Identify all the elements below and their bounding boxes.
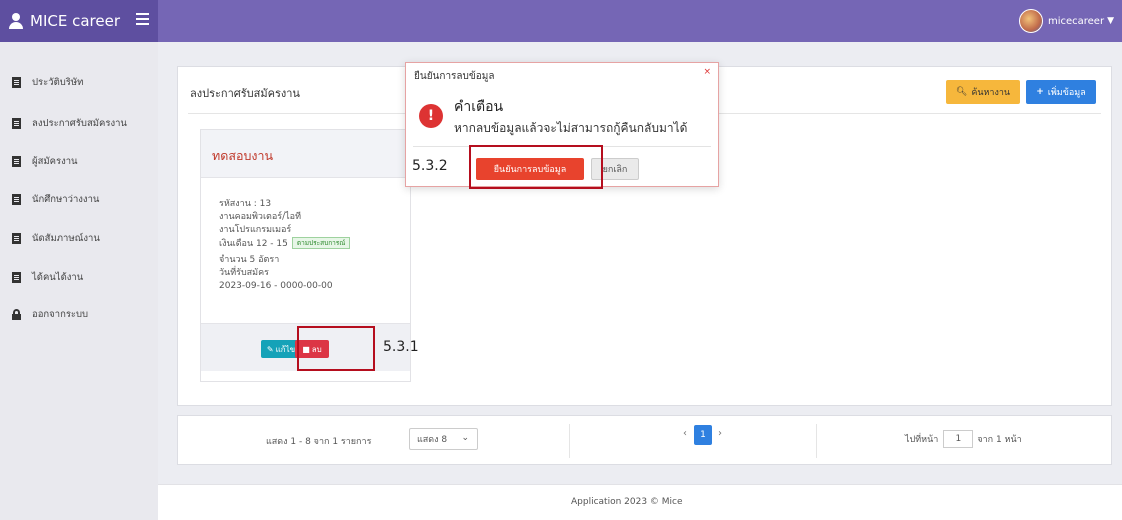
dialog-message: หากลบข้อมูลแล้วจะไม่สามารถกู้คืนกลับมาได… bbox=[454, 121, 688, 135]
avatar bbox=[1018, 9, 1043, 33]
job-card-body: รหัสงาน : 13 งานคอมพิวเตอร์/ไอที งานโปรแ… bbox=[219, 198, 351, 293]
sidebar-item-hired[interactable]: ได้คนได้งาน bbox=[12, 270, 83, 285]
job-openings: จำนวน 5 อัตรา bbox=[219, 255, 280, 265]
divider bbox=[569, 424, 570, 458]
sidebar-item-label: นัดสัมภาษณ์งาน bbox=[32, 233, 100, 244]
username: micecareer bbox=[1047, 15, 1105, 27]
page-size-value: แสดง 8 bbox=[417, 435, 448, 445]
sidebar-item-interviews[interactable]: นัดสัมภาษณ์งาน bbox=[12, 231, 100, 246]
lock-icon bbox=[12, 309, 21, 320]
job-salary-row: เงินเดือน 12 - 15 ตามประสบการณ์ bbox=[219, 237, 351, 251]
goto-page: ไปที่หน้า จาก 1 หน้า bbox=[905, 430, 1022, 448]
salary-badge: ตามประสบการณ์ bbox=[291, 237, 351, 249]
dialog-heading: คำเตือน bbox=[454, 99, 504, 115]
user-menu[interactable]: micecareer ▼ bbox=[1018, 9, 1114, 33]
total-pages-label: จาก 1 หน้า bbox=[977, 435, 1022, 445]
sidebar-item-label: ผู้สมัครงาน bbox=[32, 156, 78, 167]
search-jobs-label: ค้นหางาน bbox=[971, 88, 1011, 98]
warning-icon: ! bbox=[419, 104, 443, 128]
annotation-label-step1: 5.3.1 bbox=[383, 339, 419, 355]
document-icon bbox=[12, 156, 21, 167]
job-category: งานคอมพิวเตอร์/ไอที bbox=[219, 212, 302, 222]
sidebar-item-label: นักศึกษาว่างงาน bbox=[32, 194, 100, 205]
prev-page-icon[interactable]: ‹ bbox=[683, 428, 687, 439]
search-icon: 🔍︎ bbox=[955, 87, 968, 97]
divider bbox=[816, 424, 817, 458]
job-position: งานโปรแกรมเมอร์ bbox=[219, 225, 292, 235]
goto-label: ไปที่หน้า bbox=[905, 435, 939, 445]
sidebar-item-post-jobs[interactable]: ลงประกาศรับสมัครงาน bbox=[12, 116, 127, 131]
edit-icon: ✎ bbox=[266, 344, 274, 354]
goto-page-input[interactable] bbox=[943, 430, 974, 448]
sidebar-item-logout[interactable]: ออกจากระบบ bbox=[12, 307, 88, 322]
next-page-icon[interactable]: › bbox=[718, 428, 722, 439]
annotation-box-delete bbox=[297, 326, 375, 371]
chevron-down-icon: ▼ bbox=[1107, 16, 1114, 26]
footer: Application 2023 © Mice bbox=[158, 484, 1122, 520]
top-bar: MICE career micecareer ▼ bbox=[0, 0, 1122, 42]
user-icon bbox=[6, 11, 26, 31]
document-icon bbox=[12, 272, 21, 283]
document-icon bbox=[12, 233, 21, 244]
annotation-box-confirm bbox=[469, 145, 603, 189]
sidebar-item-label: ออกจากระบบ bbox=[32, 309, 89, 320]
app-title: MICE career bbox=[30, 12, 120, 30]
close-icon[interactable]: × bbox=[703, 67, 711, 77]
sidebar-item-label: ประวัติบริษัท bbox=[32, 77, 84, 88]
plus-icon: + bbox=[1036, 87, 1044, 97]
sidebar-item-label: ลงประกาศรับสมัครงาน bbox=[32, 118, 127, 129]
add-data-label: เพิ่มข้อมูล bbox=[1047, 88, 1086, 98]
page-button-1[interactable]: 1 bbox=[694, 425, 712, 445]
document-icon bbox=[12, 194, 21, 205]
annotation-label-step2: 5.3.2 bbox=[412, 158, 448, 174]
sidebar-item-label: ได้คนได้งาน bbox=[32, 272, 84, 283]
page-title: ลงประกาศรับสมัครงาน bbox=[190, 87, 300, 100]
document-icon bbox=[12, 118, 21, 129]
edit-label: แก้ไข bbox=[275, 344, 296, 354]
sidebar-item-unemployed-students[interactable]: นักศึกษาว่างงาน bbox=[12, 192, 99, 207]
job-date-range: 2023-09-16 - 0000-00-00 bbox=[219, 281, 333, 291]
footer-text: Application 2023 © Mice bbox=[571, 497, 683, 507]
dialog-title: ยืนยันการลบข้อมูล bbox=[414, 71, 495, 82]
search-jobs-button[interactable]: 🔍︎ ค้นหางาน bbox=[946, 80, 1020, 104]
sidebar-item-applicants[interactable]: ผู้สมัครงาน bbox=[12, 154, 78, 169]
job-date-label: วันที่รับสมัคร bbox=[219, 268, 269, 278]
sidebar-item-company-history[interactable]: ประวัติบริษัท bbox=[12, 75, 83, 90]
pagination-info: แสดง 1 - 8 จาก 1 รายการ bbox=[266, 437, 372, 447]
document-icon bbox=[12, 77, 21, 88]
job-salary: เงินเดือน 12 - 15 bbox=[219, 239, 288, 249]
brand: MICE career bbox=[0, 0, 158, 42]
job-code: รหัสงาน : 13 bbox=[219, 199, 272, 209]
pagination-bar: แสดง 1 - 8 จาก 1 รายการ แสดง 8 ⌄ ‹ 1 › ไ… bbox=[177, 415, 1112, 465]
add-data-button[interactable]: + เพิ่มข้อมูล bbox=[1026, 80, 1096, 104]
job-card-header: ทดสอบงาน bbox=[201, 130, 410, 178]
job-title: ทดสอบงาน bbox=[212, 148, 274, 163]
sidebar: ประวัติบริษัท ลงประกาศรับสมัครงาน ผู้สมั… bbox=[0, 42, 158, 520]
page-size-select[interactable]: แสดง 8 ⌄ bbox=[409, 428, 478, 450]
menu-toggle-icon[interactable] bbox=[136, 13, 149, 27]
chevron-down-icon: ⌄ bbox=[461, 433, 469, 443]
